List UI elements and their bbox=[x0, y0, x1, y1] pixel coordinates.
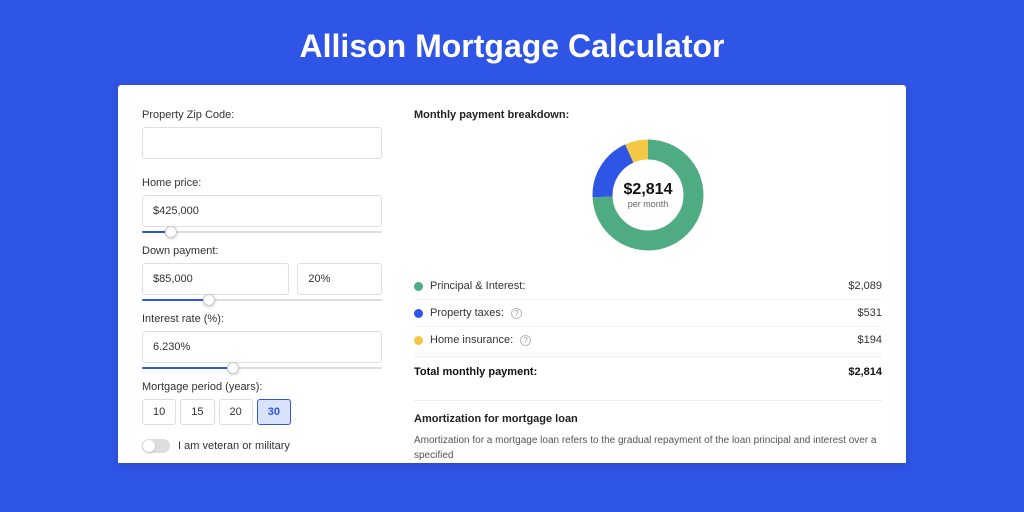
amortization-section: Amortization for mortgage loan Amortizat… bbox=[414, 400, 882, 463]
legend-label: Principal & Interest: bbox=[430, 280, 525, 292]
donut-chart: $2,814 per month bbox=[588, 135, 708, 255]
veteran-toggle[interactable] bbox=[142, 439, 170, 453]
zip-input[interactable] bbox=[142, 127, 382, 159]
legend-row-insurance: Home insurance: ? $194 bbox=[414, 327, 882, 354]
veteran-row: I am veteran or military bbox=[142, 439, 382, 453]
input-panel: Property Zip Code: Home price: Down paym… bbox=[142, 109, 382, 463]
period-group: 10 15 20 30 bbox=[142, 399, 382, 425]
period-field: Mortgage period (years): 10 15 20 30 bbox=[142, 381, 382, 425]
down-field: Down payment: bbox=[142, 245, 382, 295]
total-row: Total monthly payment: $2,814 bbox=[414, 356, 882, 390]
page-title: Allison Mortgage Calculator bbox=[0, 0, 1024, 85]
dot-icon bbox=[414, 282, 423, 291]
rate-field: Interest rate (%): bbox=[142, 313, 382, 363]
legend-label: Home insurance: bbox=[430, 334, 513, 346]
zip-label: Property Zip Code: bbox=[142, 109, 382, 121]
down-slider[interactable] bbox=[142, 299, 382, 301]
period-btn-15[interactable]: 15 bbox=[180, 399, 214, 425]
veteran-label: I am veteran or military bbox=[178, 440, 290, 452]
down-percent-input[interactable] bbox=[297, 263, 382, 295]
period-btn-30[interactable]: 30 bbox=[257, 399, 291, 425]
info-icon[interactable]: ? bbox=[511, 308, 522, 319]
legend-label: Property taxes: bbox=[430, 307, 504, 319]
down-amount-input[interactable] bbox=[142, 263, 289, 295]
rate-input[interactable] bbox=[142, 331, 382, 363]
rate-slider[interactable] bbox=[142, 367, 382, 369]
period-btn-10[interactable]: 10 bbox=[142, 399, 176, 425]
dot-icon bbox=[414, 336, 423, 345]
price-field: Home price: bbox=[142, 177, 382, 227]
price-input[interactable] bbox=[142, 195, 382, 227]
total-value: $2,814 bbox=[848, 366, 882, 378]
breakdown-title: Monthly payment breakdown: bbox=[414, 109, 882, 121]
amortization-body: Amortization for a mortgage loan refers … bbox=[414, 433, 882, 463]
price-slider[interactable] bbox=[142, 231, 382, 233]
calculator-card: Property Zip Code: Home price: Down paym… bbox=[118, 85, 906, 463]
dot-icon bbox=[414, 309, 423, 318]
info-icon[interactable]: ? bbox=[520, 335, 531, 346]
down-slider-thumb[interactable] bbox=[203, 294, 215, 306]
donut-amount: $2,814 bbox=[624, 181, 673, 199]
legend-value: $194 bbox=[858, 334, 882, 346]
donut-chart-wrap: $2,814 per month bbox=[414, 135, 882, 255]
legend-value: $531 bbox=[858, 307, 882, 319]
down-label: Down payment: bbox=[142, 245, 382, 257]
rate-label: Interest rate (%): bbox=[142, 313, 382, 325]
total-label: Total monthly payment: bbox=[414, 366, 537, 378]
legend-row-principal: Principal & Interest: $2,089 bbox=[414, 273, 882, 300]
donut-sub: per month bbox=[628, 199, 669, 209]
period-label: Mortgage period (years): bbox=[142, 381, 382, 393]
breakdown-panel: Monthly payment breakdown: $2,814 per mo… bbox=[414, 109, 882, 463]
price-label: Home price: bbox=[142, 177, 382, 189]
amortization-title: Amortization for mortgage loan bbox=[414, 413, 882, 425]
period-btn-20[interactable]: 20 bbox=[219, 399, 253, 425]
legend-value: $2,089 bbox=[848, 280, 882, 292]
rate-slider-thumb[interactable] bbox=[227, 362, 239, 374]
zip-field: Property Zip Code: bbox=[142, 109, 382, 159]
legend-row-taxes: Property taxes: ? $531 bbox=[414, 300, 882, 327]
price-slider-thumb[interactable] bbox=[165, 226, 177, 238]
